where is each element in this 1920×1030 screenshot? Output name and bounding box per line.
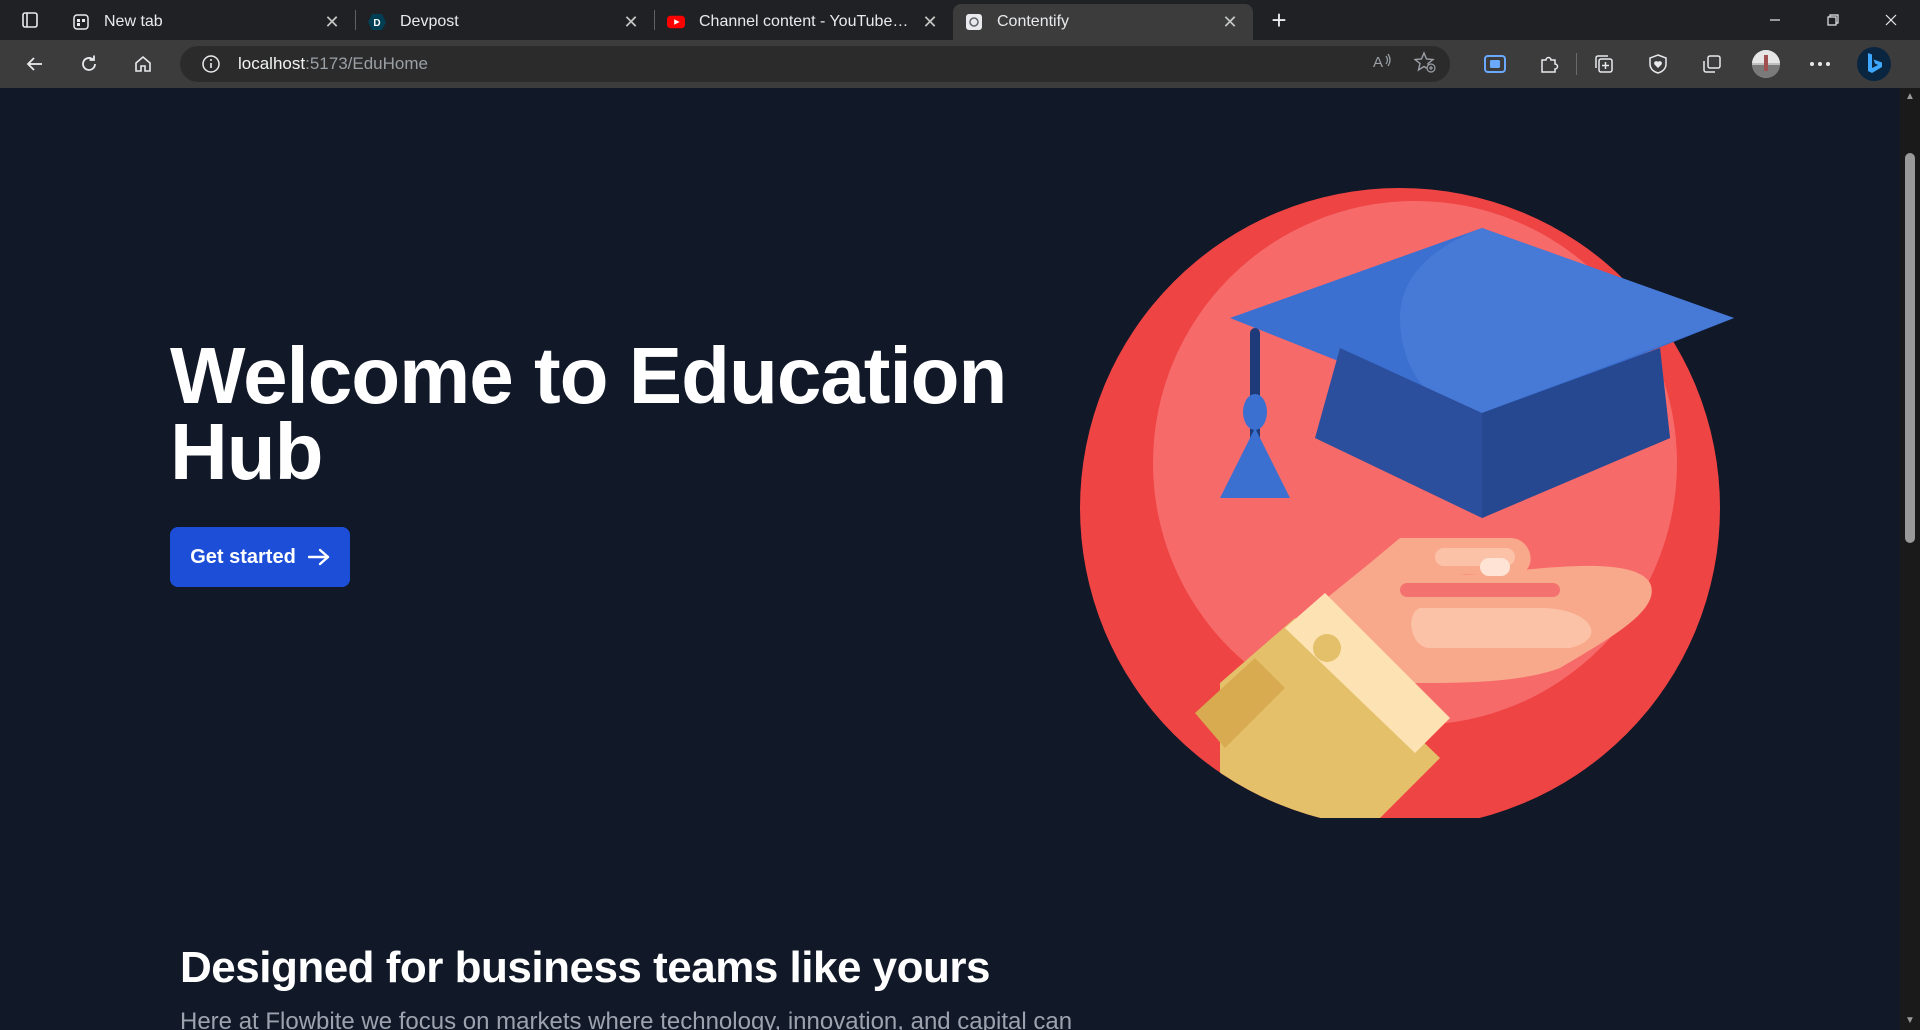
home-button[interactable] bbox=[116, 44, 170, 84]
tab-actions-icon bbox=[22, 12, 38, 28]
tab-title: Channel content - YouTube Studio bbox=[699, 13, 911, 30]
tab-new-tab[interactable]: New tab ✕ bbox=[60, 6, 355, 38]
restore-icon bbox=[1827, 14, 1839, 26]
window-controls bbox=[1746, 0, 1920, 40]
url-path: :5173/EduHome bbox=[305, 54, 428, 73]
svg-text:D: D bbox=[373, 18, 380, 29]
plus-icon: + bbox=[1271, 4, 1287, 35]
more-options-button[interactable] bbox=[1793, 40, 1847, 88]
section-title: Designed for business teams like yours bbox=[180, 943, 990, 992]
read-aloud-icon[interactable]: A bbox=[1372, 52, 1394, 77]
tab-contentify[interactable]: Contentify ✕ bbox=[953, 4, 1253, 40]
vertical-scrollbar[interactable]: ▲ ▼ bbox=[1900, 88, 1920, 1030]
more-horizontal-icon bbox=[1810, 62, 1830, 66]
scrollbar-thumb[interactable] bbox=[1905, 153, 1915, 543]
collections-button[interactable] bbox=[1577, 40, 1631, 88]
avatar bbox=[1752, 50, 1780, 78]
workspaces-button[interactable] bbox=[1685, 40, 1739, 88]
contentify-icon bbox=[965, 13, 983, 31]
collections-icon bbox=[1595, 55, 1613, 73]
close-window-button[interactable] bbox=[1862, 0, 1920, 40]
close-tab-icon[interactable]: ✕ bbox=[620, 11, 642, 33]
address-bar[interactable]: localhost:5173/EduHome A bbox=[180, 46, 1450, 82]
heart-shield-icon bbox=[1649, 54, 1667, 74]
back-button[interactable] bbox=[8, 44, 62, 84]
section-description: Here at Flowbite we focus on markets whe… bbox=[180, 1008, 1073, 1030]
scroll-down-icon[interactable]: ▼ bbox=[1905, 1016, 1915, 1026]
close-tab-icon[interactable]: ✕ bbox=[919, 11, 941, 33]
svg-text:A: A bbox=[1373, 54, 1383, 71]
refresh-icon bbox=[82, 55, 96, 71]
puzzle-icon bbox=[1541, 56, 1559, 73]
screen-capture-icon bbox=[1484, 55, 1506, 73]
screen-capture-button[interactable] bbox=[1468, 40, 1522, 88]
copilot-button[interactable] bbox=[1847, 40, 1901, 88]
scroll-up-icon[interactable]: ▲ bbox=[1905, 92, 1915, 102]
workspaces-icon bbox=[1703, 55, 1721, 73]
close-tab-icon[interactable]: ✕ bbox=[321, 11, 343, 33]
toolbar-actions bbox=[1468, 40, 1901, 88]
add-favorite-icon[interactable] bbox=[1413, 50, 1436, 78]
restore-button[interactable] bbox=[1804, 0, 1862, 40]
tab-actions-button[interactable] bbox=[0, 0, 60, 40]
tab-strip: New tab ✕ D Devpost ✕ Channel content - … bbox=[0, 0, 1920, 40]
new-tab-button[interactable]: + bbox=[1259, 0, 1299, 40]
tab-youtube-studio[interactable]: Channel content - YouTube Studio ✕ bbox=[655, 6, 953, 38]
new-tab-page-icon bbox=[72, 13, 90, 31]
devpost-icon: D bbox=[368, 13, 386, 31]
get-started-button[interactable]: Get started bbox=[170, 527, 350, 587]
home-icon bbox=[135, 55, 151, 72]
browser-chrome: New tab ✕ D Devpost ✕ Channel content - … bbox=[0, 0, 1920, 88]
site-info-icon[interactable] bbox=[198, 51, 224, 77]
url-host: localhost bbox=[238, 54, 306, 73]
extensions-button[interactable] bbox=[1522, 40, 1576, 88]
profile-button[interactable] bbox=[1739, 40, 1793, 88]
url-text: localhost:5173/EduHome bbox=[238, 54, 428, 74]
hero-title: Welcome to Education Hub bbox=[170, 331, 1007, 496]
youtube-icon bbox=[667, 13, 685, 31]
bing-copilot-icon bbox=[1857, 47, 1891, 81]
page-content: Welcome to Education Hub Get started Des… bbox=[0, 88, 1900, 1030]
get-started-label: Get started bbox=[190, 545, 296, 568]
tab-devpost[interactable]: D Devpost ✕ bbox=[356, 6, 654, 38]
refresh-button[interactable] bbox=[62, 44, 116, 84]
minimize-icon bbox=[1770, 19, 1780, 21]
browser-essentials-button[interactable] bbox=[1631, 40, 1685, 88]
graduation-cap-hand-illustration bbox=[1080, 188, 1734, 818]
arrow-right-icon bbox=[307, 548, 329, 566]
minimize-button[interactable] bbox=[1746, 0, 1804, 40]
tab-title: Contentify bbox=[997, 13, 1070, 30]
address-bar-actions: A bbox=[1372, 46, 1436, 82]
close-tab-icon[interactable]: ✕ bbox=[1219, 11, 1241, 33]
close-icon bbox=[1885, 14, 1897, 26]
navigation-toolbar: localhost:5173/EduHome A bbox=[0, 40, 1920, 88]
tab-title: New tab bbox=[104, 13, 163, 30]
back-arrow-icon bbox=[26, 57, 42, 71]
tab-title: Devpost bbox=[400, 13, 459, 30]
